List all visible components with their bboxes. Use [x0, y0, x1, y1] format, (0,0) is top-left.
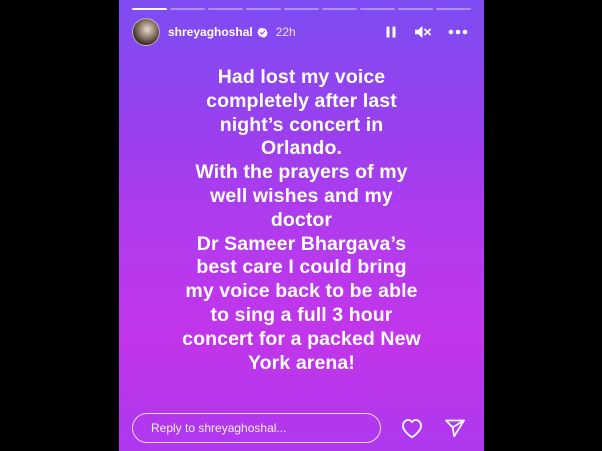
story-text-line: With the prayers of my [195, 161, 408, 184]
story-text-line: completely after last [206, 89, 397, 112]
share-button[interactable] [444, 418, 466, 438]
story-text: Had lost my voice completely after last ni… [129, 66, 474, 375]
more-options-icon [448, 29, 468, 35]
send-icon [445, 419, 465, 438]
heart-icon [402, 419, 422, 439]
story-text-line: Had lost my voice [217, 66, 386, 88]
pause-icon [386, 26, 396, 38]
mute-button[interactable] [414, 25, 432, 39]
more-options-button[interactable] [448, 29, 468, 35]
story-text-line: concert for a packed New [182, 327, 421, 350]
progress-segment [436, 8, 471, 10]
story-text-line: Dr Sameer Bhargava’s [196, 232, 407, 255]
story-header: shreyaghoshal 22h [132, 18, 474, 46]
reply-actions [400, 417, 466, 439]
story-text-line: York arena! [248, 351, 355, 374]
progress-segment [246, 8, 281, 10]
post-time: 22h [275, 25, 296, 39]
progress-segment [170, 8, 205, 10]
story-text-line: best care I could bring [196, 256, 407, 279]
story-controls [384, 25, 474, 39]
pause-button[interactable] [384, 25, 398, 39]
username[interactable]: shreyaghoshal [168, 25, 253, 39]
avatar[interactable] [132, 18, 160, 46]
story-text-line: well wishes and my [210, 184, 393, 207]
verified-badge-icon [256, 27, 268, 37]
progress-segment [322, 8, 357, 10]
story-progress-bar [132, 8, 471, 10]
reply-bar [132, 412, 466, 444]
story-text-line: my voice back to be able [185, 280, 418, 303]
progress-segment [398, 8, 433, 10]
progress-segment [132, 8, 167, 10]
speaker-muted-icon [415, 26, 431, 38]
screenshot-frame: shreyaghoshal 22h Had lost my voice comp… [0, 0, 602, 451]
reply-input[interactable] [132, 413, 381, 443]
progress-segment [360, 8, 395, 10]
progress-segment [208, 8, 243, 10]
left-letterbox [0, 0, 119, 451]
like-button[interactable] [400, 417, 424, 439]
story-text-line: doctor [270, 208, 333, 231]
story-text-line: to sing a full 3 hour [210, 303, 393, 326]
story-viewer[interactable]: shreyaghoshal 22h Had lost my voice comp… [119, 0, 484, 451]
right-letterbox [484, 0, 602, 451]
story-text-line: Orlando. [261, 137, 342, 160]
progress-segment [284, 8, 319, 10]
story-text-line: night’s concert in [219, 113, 384, 136]
